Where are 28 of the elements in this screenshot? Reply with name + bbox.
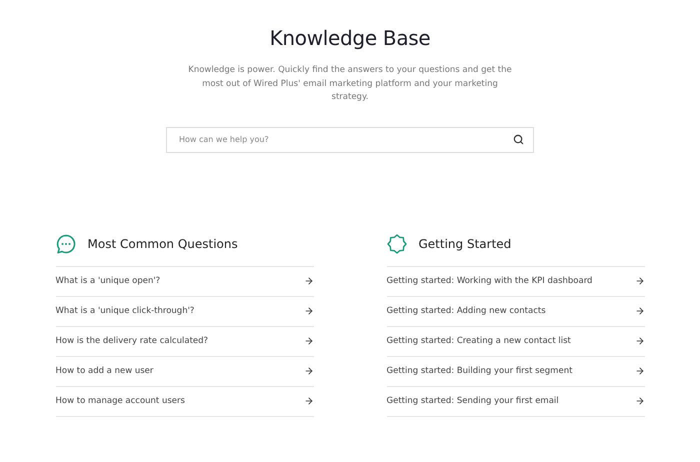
- search-icon[interactable]: [513, 134, 524, 144]
- section-title: Most Common Questions: [88, 236, 238, 250]
- article-link[interactable]: What is a 'unique click-through'?: [56, 296, 314, 326]
- article-link[interactable]: Getting started: Working with the KPI dashboard: [386, 266, 644, 296]
- page-title: Knowledge Base: [270, 26, 430, 50]
- arrow-right-icon: [304, 396, 314, 406]
- article-link[interactable]: How to manage account users: [56, 386, 314, 416]
- arrow-right-icon: [634, 306, 644, 316]
- badge-icon: [386, 234, 406, 254]
- section-title: Getting Started: [418, 236, 512, 250]
- arrow-right-icon: [304, 276, 314, 286]
- arrow-right-icon: [634, 276, 644, 286]
- arrow-right-icon: [634, 396, 644, 406]
- arrow-right-icon: [634, 366, 644, 376]
- article-link[interactable]: Getting started: Sending your first email: [386, 386, 644, 416]
- arrow-right-icon: [304, 366, 314, 376]
- article-link[interactable]: How is the delivery rate calculated?: [56, 326, 314, 356]
- search-field[interactable]: How can we help you?: [166, 126, 534, 152]
- arrow-right-icon: [304, 306, 314, 316]
- article-link[interactable]: Getting started: Creating a new contact list: [386, 326, 644, 356]
- arrow-right-icon: [304, 336, 314, 346]
- article-link[interactable]: What is a 'unique open'?: [56, 266, 314, 296]
- chat-bubble-icon: [56, 234, 76, 254]
- page-subtitle: Knowledge is power. Quickly find the answers to your questions and get the most out of Wired Plus' email marketing platform and your marketing strategy.: [187, 64, 513, 104]
- arrow-right-icon: [634, 336, 644, 346]
- article-link[interactable]: Getting started: Adding new contacts: [386, 296, 644, 326]
- article-link[interactable]: How to add a new user: [56, 356, 314, 386]
- article-link[interactable]: Getting started: Building your first segment: [386, 356, 644, 386]
